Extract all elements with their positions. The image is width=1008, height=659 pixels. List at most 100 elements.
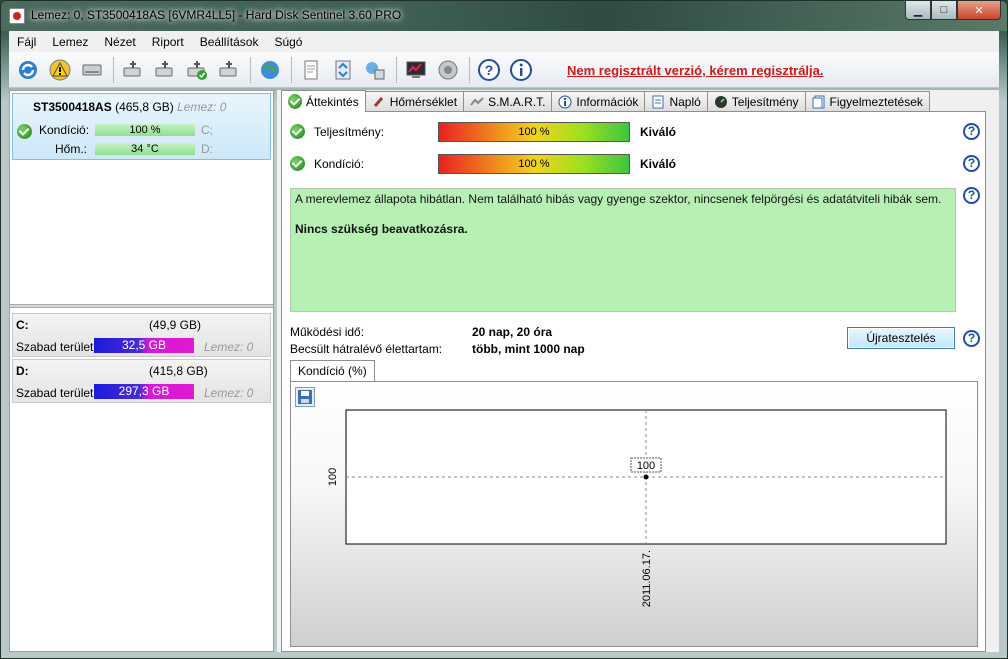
status-message-text: A merevlemez állapota hibátlan. Nem talá… <box>295 192 942 206</box>
disk-temp-value: 34 °C <box>131 143 159 155</box>
globe-icon[interactable] <box>255 55 285 85</box>
help-icon[interactable]: ? <box>963 155 980 172</box>
drive-letter-d: D: <box>201 142 213 156</box>
register-link[interactable]: Nem regisztrált verzió, kérem regisztrál… <box>567 63 824 78</box>
tab-label: Áttekintés <box>306 94 359 109</box>
toolbar: ? Nem regisztrált verzió, kérem regisztr… <box>9 52 999 88</box>
performance-bar: 100 % <box>438 122 630 142</box>
transfer-icon[interactable] <box>328 55 358 85</box>
help-icon[interactable]: ? <box>963 330 980 347</box>
disk-condition-label: Kondíció: <box>39 123 90 137</box>
menu-report[interactable]: Riport <box>144 35 192 49</box>
usb-disk-check-icon[interactable] <box>182 55 212 85</box>
performance-label: Teljesítmény: <box>314 125 385 139</box>
log-icon <box>651 95 665 109</box>
disk-icon[interactable] <box>77 55 107 85</box>
gauge-icon <box>714 95 728 109</box>
life-label: Becsült hátralévő élettartam: <box>290 342 443 356</box>
disk-list-pane: ST3500418AS (465,8 GB) Lemez: 0 Kondíció… <box>9 90 274 652</box>
tab-temperature[interactable]: Hőmérséklet <box>364 91 465 112</box>
info-icon <box>558 95 572 109</box>
status-ok-icon <box>290 124 305 139</box>
free-space-label: Szabad terület <box>16 340 94 354</box>
usb-disk-icon[interactable] <box>150 55 180 85</box>
tab-label: Figyelmeztetések <box>829 95 923 109</box>
app-icon[interactable] <box>9 8 25 24</box>
status-message-recommendation: Nincs szükség beavatkozásra. <box>295 222 468 236</box>
disk-number: Lemez: 0 <box>177 100 227 114</box>
condition-row: Kondíció: 100 % Kiváló ? <box>290 154 980 174</box>
refresh-icon[interactable] <box>13 55 43 85</box>
usb-disk-icon[interactable] <box>118 55 148 85</box>
menu-bar: Fájl Lemez Nézet Riport Beállítások Súgó <box>9 31 999 52</box>
tab-smart[interactable]: S.M.A.R.T. <box>463 91 553 112</box>
tab-label: Hőmérséklet <box>389 95 458 109</box>
partition-disk: Lemez: 0 <box>204 340 254 354</box>
tab-label: S.M.A.R.T. <box>488 95 546 109</box>
warning-icon[interactable] <box>45 55 75 85</box>
help-icon[interactable]: ? <box>963 123 980 140</box>
document-icon <box>812 95 826 109</box>
smart-icon <box>470 95 484 109</box>
menu-view[interactable]: Nézet <box>96 35 143 49</box>
speaker-icon[interactable] <box>433 55 463 85</box>
partition-size: (415,8 GB) <box>149 364 208 378</box>
minimize-button[interactable]: ▁ <box>905 1 931 20</box>
condition-label: Kondíció: <box>314 157 365 171</box>
free-space-value: 32,5 GB <box>121 338 167 352</box>
menu-help[interactable]: Súgó <box>266 35 310 49</box>
app-window: Lemez: 0, ST3500418AS [6VMR4LL5] - Hard … <box>0 0 1008 659</box>
tab-warnings[interactable]: Figyelmeztetések <box>804 91 930 112</box>
usb-disk-tool-icon[interactable] <box>214 55 244 85</box>
uptime-label: Működési idő: <box>290 325 365 339</box>
tab-label: Információk <box>576 95 639 109</box>
partition-entry[interactable]: C: (49,9 GB) Szabad terület 32,5 GB Leme… <box>12 313 271 357</box>
tab-information[interactable]: Információk <box>551 91 646 112</box>
x-tick-label: 2011.06.17. <box>641 550 653 607</box>
title-bar[interactable]: Lemez: 0, ST3500418AS [6VMR4LL5] - Hard … <box>1 1 1007 31</box>
disk-temp-bar: 34 °C <box>95 143 195 155</box>
condition-chart: 100 2011.06.17. 100 <box>327 409 947 607</box>
maximize-button[interactable]: □ <box>931 1 957 20</box>
condition-value: 100 % <box>518 158 550 170</box>
menu-disk[interactable]: Lemez <box>44 35 96 49</box>
chart-tab-bar: Kondíció (%) <box>290 360 375 382</box>
pane-splitter[interactable] <box>10 304 273 308</box>
tab-bar: Áttekintés Hőmérséklet S.M.A.R.T. Inform… <box>281 90 930 112</box>
menu-settings[interactable]: Beállítások <box>192 35 267 49</box>
disk-name: ST3500418AS <box>33 100 112 114</box>
status-message-box: A merevlemez állapota hibátlan. Nem talá… <box>290 188 956 312</box>
y-tick-label: 100 <box>327 468 339 486</box>
network-icon[interactable] <box>360 55 390 85</box>
condition-bar: 100 % <box>438 154 630 174</box>
close-button[interactable]: ✕ <box>957 1 1001 20</box>
disk-condition-value: 100 % <box>129 124 161 136</box>
disk-condition-bar: 100 % <box>95 124 195 136</box>
tab-overview[interactable]: Áttekintés <box>281 90 366 112</box>
status-ok-icon <box>290 156 305 171</box>
drive-letter-c: C; <box>201 123 213 137</box>
help-icon[interactable]: ? <box>474 55 504 85</box>
info-icon[interactable] <box>506 55 536 85</box>
condition-verdict: Kiváló <box>640 157 677 171</box>
overview-panel: Teljesítmény: 100 % Kiváló ? Kondíció: 1… <box>281 111 986 652</box>
menu-file[interactable]: Fájl <box>9 35 44 49</box>
performance-value: 100 % <box>518 126 550 138</box>
tab-log[interactable]: Napló <box>644 91 708 112</box>
report-icon[interactable] <box>296 55 326 85</box>
help-icon[interactable]: ? <box>963 187 980 204</box>
uptime-value: 20 nap, 20 óra <box>472 325 553 339</box>
partition-entry[interactable]: D: (415,8 GB) Szabad terület 297,3 GB Le… <box>12 359 271 403</box>
chart-icon[interactable] <box>401 55 431 85</box>
retest-button[interactable]: Újratesztelés <box>847 327 955 349</box>
free-space-bar: 297,3 GB <box>94 384 194 399</box>
tab-label: Napló <box>669 95 701 109</box>
tab-condition-chart[interactable]: Kondíció (%) <box>290 360 375 382</box>
disk-entry[interactable]: ST3500418AS (465,8 GB) Lemez: 0 Kondíció… <box>12 93 271 160</box>
thermometer-icon <box>372 95 386 109</box>
partition-size: (49,9 GB) <box>149 318 202 332</box>
free-space-value: 297,3 GB <box>118 384 170 398</box>
partition-disk: Lemez: 0 <box>204 386 254 400</box>
partition-letter: D: <box>16 364 29 378</box>
tab-performance[interactable]: Teljesítmény <box>706 91 806 112</box>
